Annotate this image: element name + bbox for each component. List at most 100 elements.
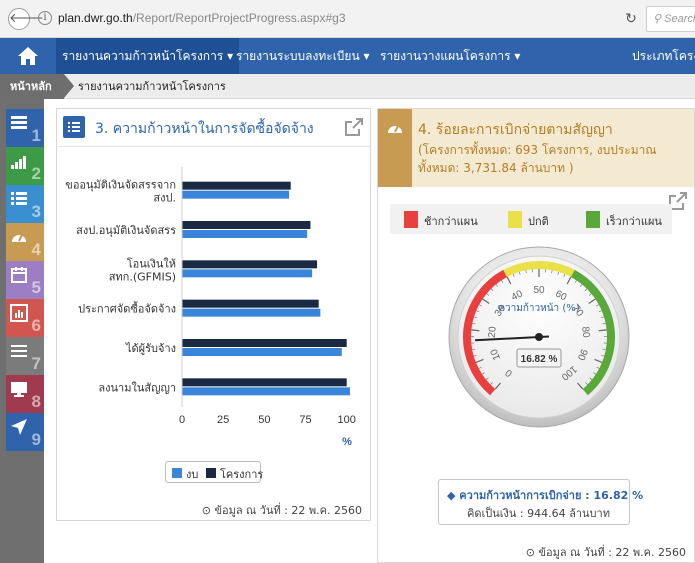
sidebar-item-number: 1: [31, 126, 41, 145]
gauge-tick-label: 50: [533, 285, 545, 296]
sidebar-item-number: 2: [31, 164, 41, 183]
disbursement-gauge: 010203040 50 60708090100ความก้าวหน้า (%)16…: [448, 246, 630, 428]
calendar-icon: [11, 267, 27, 283]
back-arrow-icon[interactable]: 🡐: [8, 8, 44, 30]
sidebar-item-8[interactable]: 8: [6, 375, 44, 413]
sidebar-item-number: 7: [31, 354, 41, 373]
panel-header: 4. ร้อยละการเบิกจ่ายตามสัญญา (โครงการทั้…: [378, 109, 694, 187]
bar-budget: [182, 387, 350, 396]
sidebar-item-number: 5: [31, 278, 41, 297]
bar-budget: [182, 230, 308, 238]
sidebar-item-number: 4: [31, 240, 41, 259]
breadcrumb-current: รายงานความก้าวหน้าโครงการ: [78, 80, 226, 93]
x-tick-label: 50: [258, 414, 270, 426]
category-label: โอนเงินให้สทก.(GFMIS): [109, 256, 176, 283]
bar-projects: [182, 221, 311, 229]
disbursement-panel: 4. ร้อยละการเบิกจ่ายตามสัญญา (โครงการทั้…: [377, 108, 695, 563]
bar-budget: [182, 190, 290, 199]
sidebar-item-number: 8: [31, 392, 41, 411]
bar-budget: [182, 348, 342, 356]
breadcrumb-home[interactable]: หน้าหลัก: [0, 74, 74, 99]
legend-swatch-behind: [404, 211, 418, 228]
info-icon[interactable]: i: [38, 11, 52, 25]
category-label: ได้ผู้รับจ้าง: [125, 342, 176, 355]
sidebar-item-2[interactable]: 2: [6, 147, 44, 185]
panel-title: 4. ร้อยละการเบิกจ่ายตามสัญญา: [418, 122, 613, 138]
panel-subtitle: (โครงการทั้งหมด: 693 โครงการ, งบประมาณทั…: [418, 143, 657, 175]
legend-swatch-normal: [508, 211, 522, 228]
gauge-legend: ช้ากว่าแผน ปกติ เร็วกว่าแผน: [390, 204, 672, 234]
sidebar-item-9[interactable]: 9: [6, 413, 44, 451]
sidebar-item-6[interactable]: 6: [6, 299, 44, 337]
sidebar-item-number: 6: [31, 316, 41, 335]
location-arrow-icon: [11, 419, 27, 435]
chart-legend: งบ โครงการ: [165, 461, 264, 483]
bar-budget: [182, 269, 313, 278]
gauge-caption: ◆ ความก้าวหน้าการเบิกจ่าย : 16.82 % คิดเ…: [438, 479, 643, 525]
top-navbar: รายงานความก้าวหน้าโครงการ ▾ รายงานระบบลง…: [0, 38, 695, 74]
nav-progress-report[interactable]: รายงานความก้าวหน้าโครงการ ▾: [56, 38, 240, 74]
x-tick-label: 0: [179, 414, 185, 426]
breadcrumb: หน้าหลัก รายงานความก้าวหน้าโครงการ: [0, 74, 695, 99]
data-date-footer: ⊙ ข้อมูล ณ วันที่ : 22 พ.ค. 2560: [201, 504, 362, 517]
disbursement-amount-text: คิดเป็นเงิน : 944.64 ล้านบาท: [467, 507, 610, 520]
legend-swatch-budget: [172, 468, 182, 478]
sidebar-item-number: 3: [31, 202, 41, 221]
list-icon: [11, 192, 27, 205]
bar-projects: [182, 260, 318, 269]
category-label: ลงนามในสัญญา: [98, 381, 176, 394]
gauge-tick-label: 80: [579, 326, 591, 339]
bar-projects: [182, 299, 319, 308]
legend-label-normal: ปกติ: [528, 215, 549, 228]
gauge-tick: [471, 329, 480, 332]
search-input[interactable]: ⚲ Search: [646, 6, 695, 32]
sidebar-item-1[interactable]: 1: [6, 109, 44, 147]
browser-toolbar: 🡐 i plan.dwr.go.th/Report/ReportProjectP…: [0, 0, 695, 38]
bar-projects: [182, 378, 347, 387]
procurement-progress-panel: 3. ความก้าวหน้าในการจัดซื้อจัดจ้าง ขออนุ…: [56, 108, 371, 521]
nav-planning-report[interactable]: รายงานวางแผนโครงการ ▾: [374, 38, 526, 74]
category-label: สงป.อนุมัติเงินจัดสรร: [76, 224, 176, 237]
panel-header: 3. ความก้าวหน้าในการจัดซื้อจัดจ้าง: [57, 109, 370, 147]
gauge-title: ความก้าวหน้า (%): [498, 302, 579, 314]
gauge-pivot: [535, 333, 543, 341]
x-axis-label: %: [342, 436, 352, 448]
dashboard-icon: [388, 125, 402, 133]
legend-label-budget: งบ: [186, 468, 199, 481]
x-tick-label: 25: [217, 414, 229, 426]
legend-swatch-ahead: [586, 211, 600, 228]
gauge-value-label: 16.82 %: [521, 354, 558, 365]
panel-title: 3. ความก้าวหน้าในการจัดซื้อจัดจ้าง: [95, 121, 314, 137]
sidebar-item-number: 9: [31, 430, 41, 449]
category-label: ประกาศจัดซื้อจัดจ้าง: [78, 301, 176, 316]
gauge-tick: [598, 329, 607, 332]
bar-chart-icon: [10, 304, 28, 322]
disbursement-progress-text: ◆ ความก้าวหน้าการเบิกจ่าย : 16.82 %: [447, 489, 644, 502]
report-icon: [11, 116, 27, 129]
nav-project-type[interactable]: ประเภทโครงก: [626, 38, 695, 74]
x-tick-label: 100: [338, 414, 356, 426]
sidebar-item-7[interactable]: 7: [6, 337, 44, 375]
bar-projects: [182, 339, 347, 347]
category-label: ขออนุมัติเงินจัดสรรจากสงป.: [65, 179, 176, 205]
bar-projects: [182, 181, 291, 190]
legend-label-projects: โครงการ: [220, 468, 264, 481]
url-host: plan.dwr.go.th: [58, 11, 133, 25]
signal-bars-icon: [11, 156, 26, 169]
dashboard-icon: [12, 234, 26, 242]
sidebar: 1 2 3 4 5 6 7 8 9: [0, 99, 44, 563]
sidebar-item-4[interactable]: 4: [6, 223, 44, 261]
data-date-footer: ⊙ ข้อมูล ณ วันที่ : 22 พ.ค. 2560: [525, 546, 686, 559]
legend-swatch-projects: [206, 468, 216, 478]
external-link-icon[interactable]: [344, 117, 364, 137]
home-icon[interactable]: [16, 45, 40, 67]
url-path: /Report/ReportProjectProgress.aspx#g3: [132, 11, 346, 25]
reload-icon[interactable]: ↻: [620, 8, 642, 30]
sidebar-item-3[interactable]: 3: [6, 185, 44, 223]
sidebar-item-5[interactable]: 5: [6, 261, 44, 299]
legend-label-ahead: เร็วกว่าแผน: [606, 215, 662, 228]
panel-icon-box: [378, 109, 412, 187]
monitor-icon: [11, 382, 27, 397]
nav-registration-report[interactable]: รายงานระบบลงทะเบียน ▾: [230, 38, 376, 74]
address-bar[interactable]: plan.dwr.go.th/Report/ReportProjectProgr…: [58, 11, 346, 25]
